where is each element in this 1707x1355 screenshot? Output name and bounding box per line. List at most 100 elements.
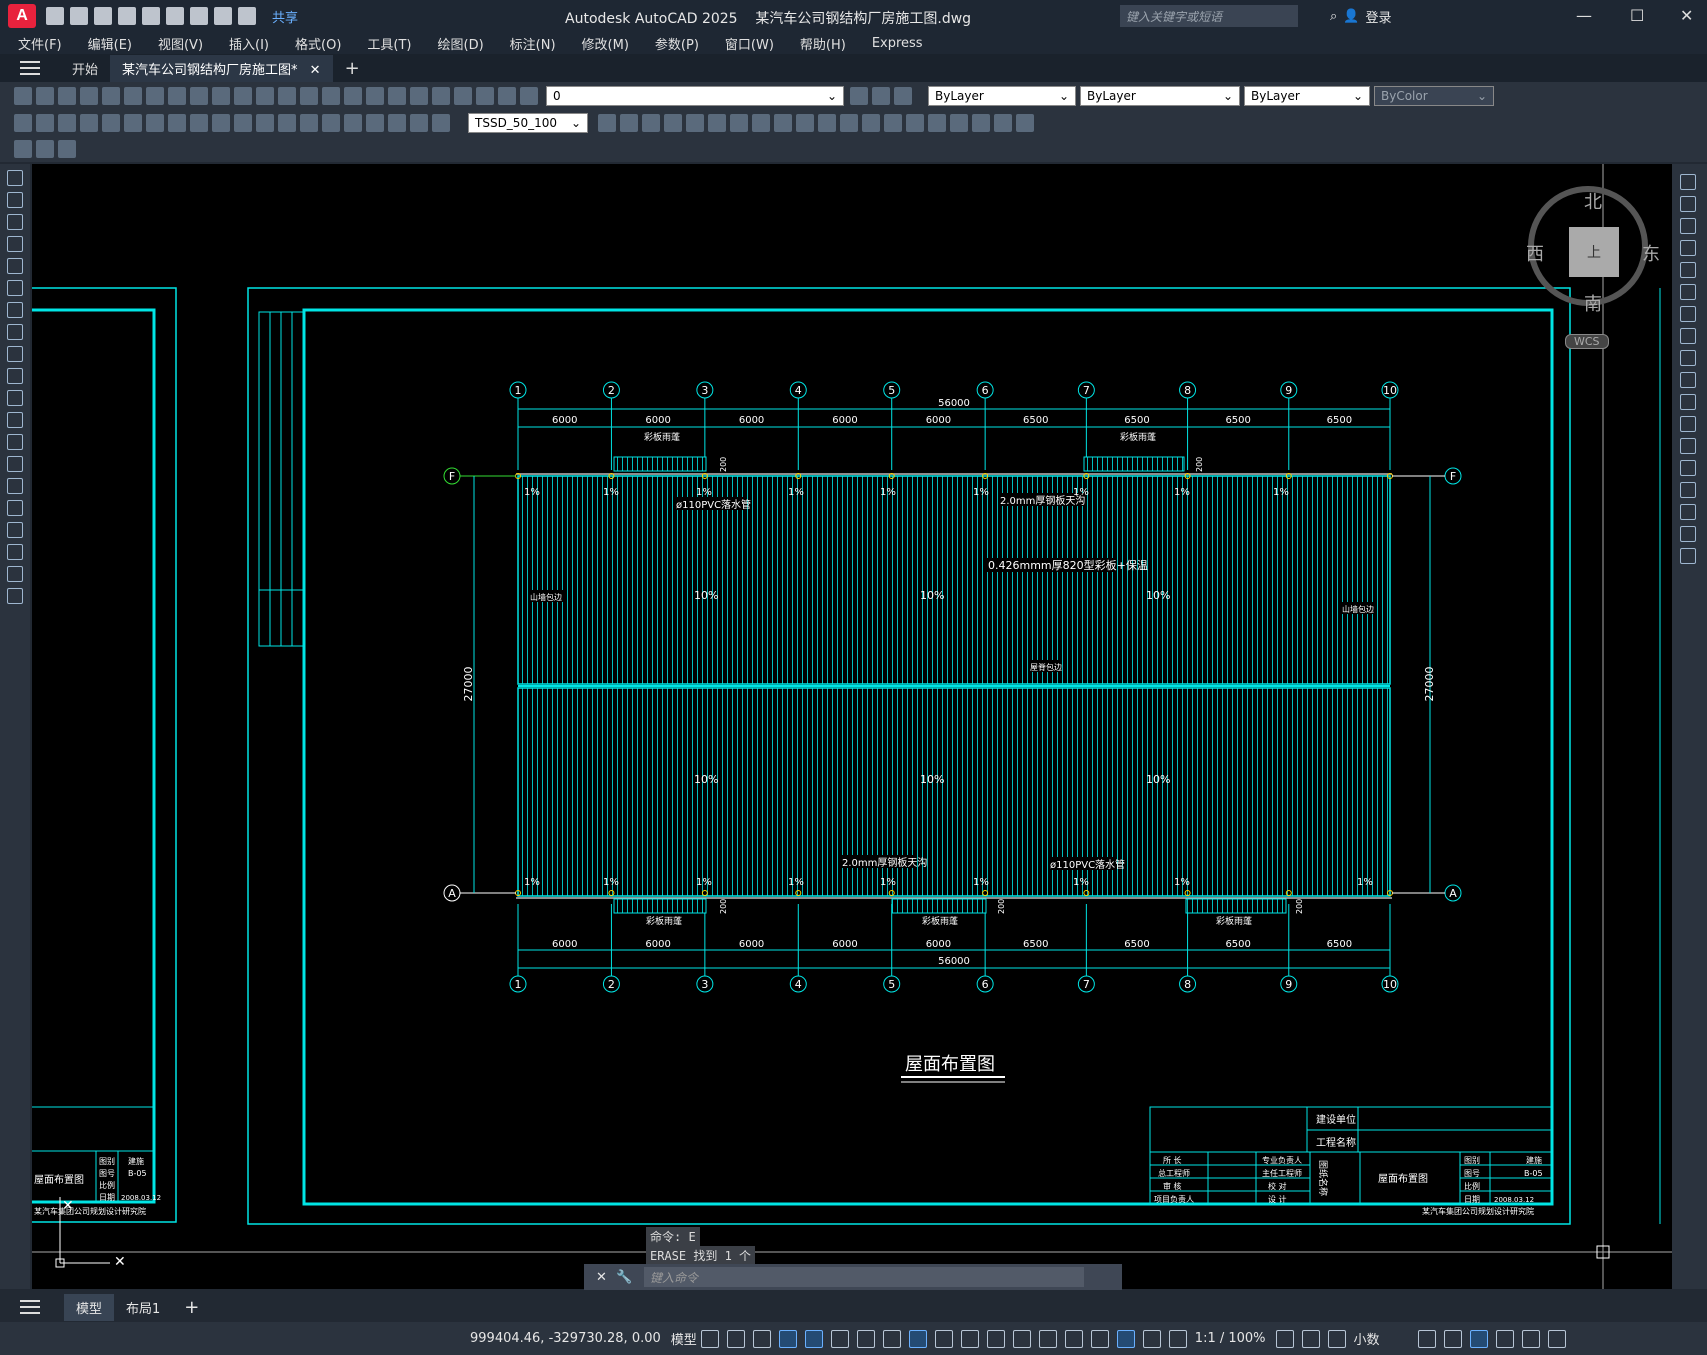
paste-icon[interactable] <box>190 87 208 105</box>
selection-filter-icon[interactable] <box>1064 1329 1083 1348</box>
ellipse-arc-icon[interactable] <box>7 390 23 406</box>
insert-block-icon[interactable] <box>7 412 23 428</box>
ucs-previous-icon[interactable] <box>664 114 682 132</box>
search-icon[interactable]: ⌕ <box>1330 9 1337 24</box>
search-input[interactable]: 键入关键字或短语 <box>1120 5 1298 27</box>
menu-express[interactable]: Express <box>872 36 923 51</box>
quick-dim-icon[interactable] <box>190 114 208 132</box>
lineweight-icon[interactable] <box>934 1329 953 1348</box>
scale-icon[interactable] <box>1680 328 1696 344</box>
minimize-icon[interactable]: — <box>1576 6 1592 25</box>
menu-parametric[interactable]: 参数(P) <box>655 34 699 53</box>
tolerance-icon[interactable] <box>300 114 318 132</box>
center-mark-icon[interactable] <box>322 114 340 132</box>
region-icon[interactable] <box>7 522 23 538</box>
hardware-acceleration-icon[interactable] <box>1495 1329 1514 1348</box>
ucs-y-icon[interactable] <box>840 114 858 132</box>
save-icon[interactable] <box>58 87 76 105</box>
quick-properties-icon[interactable] <box>1417 1329 1436 1348</box>
zoom-previous-icon[interactable] <box>344 87 362 105</box>
dynamic-input-icon[interactable] <box>778 1329 797 1348</box>
clean-screen-icon[interactable] <box>1521 1329 1540 1348</box>
object-snap-tracking-icon[interactable] <box>882 1329 901 1348</box>
isolate-objects-icon[interactable] <box>1469 1329 1488 1348</box>
circle-icon[interactable] <box>7 302 23 318</box>
model-space-toggle[interactable]: 模型 <box>671 1329 697 1348</box>
view-right-icon[interactable] <box>972 114 990 132</box>
explode-icon[interactable] <box>1680 548 1696 564</box>
color-dropdown[interactable]: ByLayer ⌄ <box>928 86 1076 106</box>
break-at-point-icon[interactable] <box>1680 416 1696 432</box>
menu-file[interactable]: 文件(F) <box>18 34 62 53</box>
lineweight-dropdown[interactable]: ByLayer ⌄ <box>1244 86 1370 106</box>
isometric-icon[interactable] <box>856 1329 875 1348</box>
drawing-canvas[interactable]: 屋面布置图 图别 图号 比例 日期 建施 B-05 2008.03.12 某汽车… <box>32 164 1672 1289</box>
point-icon[interactable] <box>7 456 23 472</box>
dim-space-icon[interactable] <box>256 114 274 132</box>
ucs-object-icon[interactable] <box>708 114 726 132</box>
annotation-scale-value[interactable]: 1:1 / 100% <box>1195 1331 1266 1346</box>
copy-object-icon[interactable] <box>1680 196 1696 212</box>
multiline-text-icon[interactable] <box>7 566 23 582</box>
linear-dim-icon[interactable] <box>14 114 32 132</box>
hamburger-menu-icon[interactable] <box>20 61 40 75</box>
annotation-monitor-icon[interactable] <box>1301 1329 1320 1348</box>
polar-tracking-icon[interactable] <box>830 1329 849 1348</box>
viewcube-east[interactable]: 东 <box>1642 240 1660 266</box>
help-icon[interactable] <box>498 87 516 105</box>
print-icon[interactable] <box>190 7 208 25</box>
rectangle-icon[interactable] <box>7 258 23 274</box>
make-current-layer-icon[interactable] <box>850 87 868 105</box>
gizmo-icon[interactable] <box>1090 1329 1109 1348</box>
baseline-dim-icon[interactable] <box>212 114 230 132</box>
new-icon[interactable] <box>14 87 32 105</box>
undo-icon[interactable] <box>214 7 232 25</box>
dim-update-icon[interactable] <box>432 114 450 132</box>
viewcube-north[interactable]: 北 <box>1584 188 1602 214</box>
view-front-icon[interactable] <box>906 114 924 132</box>
redo-icon[interactable] <box>238 7 256 25</box>
menu-draw[interactable]: 绘图(D) <box>438 34 484 53</box>
named-ucs-icon[interactable] <box>884 114 902 132</box>
mirror-icon[interactable] <box>1680 218 1696 234</box>
open-icon[interactable] <box>36 87 54 105</box>
ucs-view-icon[interactable] <box>730 114 748 132</box>
layer-properties-icon[interactable] <box>520 87 538 105</box>
layer-previous-icon[interactable] <box>872 87 890 105</box>
layer-state-icon[interactable] <box>894 87 912 105</box>
zoom-window-icon[interactable] <box>322 87 340 105</box>
erase-icon[interactable] <box>1680 174 1696 190</box>
wcs-menu[interactable]: WCS <box>1565 334 1609 349</box>
new-tab-button[interactable]: + <box>333 54 372 83</box>
add-selected-icon[interactable] <box>7 588 23 604</box>
app-menu-button[interactable]: A <box>8 4 36 28</box>
trim-icon[interactable] <box>1680 372 1696 388</box>
save-as-icon[interactable] <box>118 7 136 25</box>
offset-icon[interactable] <box>1680 240 1696 256</box>
grid-icon[interactable] <box>700 1329 719 1348</box>
radius-dim-icon[interactable] <box>102 114 120 132</box>
redo-icon[interactable] <box>256 87 274 105</box>
new-file-icon[interactable] <box>46 7 64 25</box>
layout-menu-icon[interactable] <box>20 1300 40 1314</box>
markup-icon[interactable] <box>454 87 472 105</box>
save-block-icon[interactable] <box>36 140 54 158</box>
view-camera-icon[interactable] <box>1016 114 1034 132</box>
auto-scale-icon[interactable] <box>1142 1329 1161 1348</box>
diameter-dim-icon[interactable] <box>146 114 164 132</box>
spline-icon[interactable] <box>7 346 23 362</box>
lock-ui-icon[interactable] <box>1443 1329 1462 1348</box>
inspection-icon[interactable] <box>344 114 362 132</box>
close-tab-icon[interactable]: ✕ <box>310 63 321 78</box>
undo-icon[interactable] <box>234 87 252 105</box>
tab-layout1[interactable]: 布局1 <box>114 1294 172 1321</box>
ordinate-dim-icon[interactable] <box>80 114 98 132</box>
viewcube[interactable]: 上 北 南 西 东 <box>1526 186 1660 315</box>
publish-icon[interactable] <box>124 87 142 105</box>
annotation-scale-icon[interactable] <box>1168 1329 1187 1348</box>
close-block-icon[interactable] <box>58 140 76 158</box>
copy-icon[interactable] <box>168 87 186 105</box>
customize-status-icon[interactable] <box>1547 1329 1566 1348</box>
tool-palettes-icon[interactable] <box>410 87 428 105</box>
save-web-icon[interactable] <box>166 7 184 25</box>
